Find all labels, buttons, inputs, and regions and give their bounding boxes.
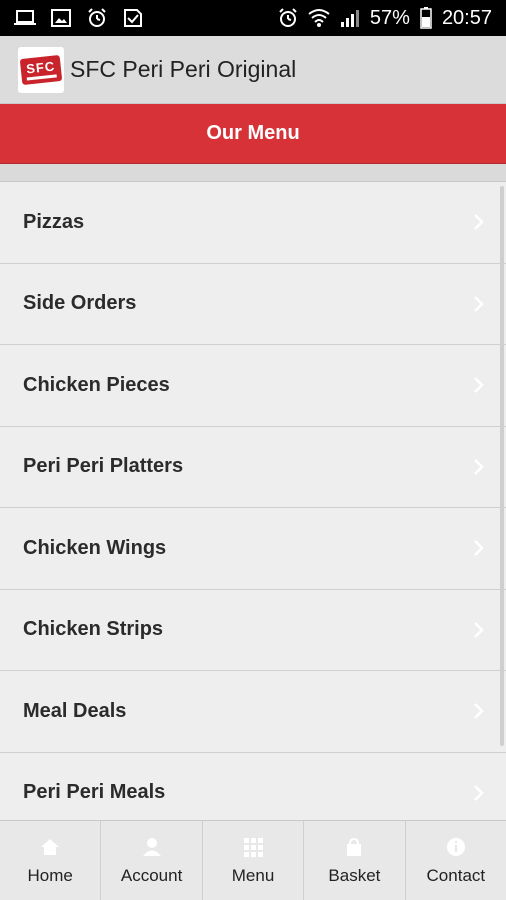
chevron-right-icon [470, 295, 486, 312]
bottom-tab-bar: Home Account Menu Basket Contact [0, 820, 506, 900]
menu-item-chicken-strips[interactable]: Chicken Strips [0, 589, 506, 671]
status-bar: 57% 20:57 [0, 0, 506, 36]
home-icon [39, 836, 61, 858]
tab-label: Basket [328, 865, 381, 885]
menu-item-label: Peri Peri Platters [23, 455, 184, 478]
signal-icon [339, 8, 361, 28]
chevron-right-icon [470, 703, 486, 720]
menu-item-label: Chicken Wings [23, 536, 167, 559]
tab-home[interactable]: Home [0, 821, 102, 900]
logo-text: SFC [25, 58, 56, 76]
page-title: Our Menu [206, 122, 300, 144]
battery-percent: 57% [369, 6, 410, 29]
tab-label: Account [120, 865, 183, 885]
menu-item-side-orders[interactable]: Side Orders [0, 263, 506, 345]
alarm-icon [86, 8, 108, 28]
basket-icon [343, 836, 365, 858]
page-header: Our Menu [0, 104, 506, 164]
menu-item-label: Chicken Strips [23, 618, 164, 641]
chevron-right-icon [470, 784, 486, 801]
menu-item-label: Side Orders [23, 292, 137, 315]
chevron-right-icon [470, 458, 486, 475]
logo-badge: SFC [19, 54, 63, 85]
menu-item-chicken-wings[interactable]: Chicken Wings [0, 508, 506, 590]
scrollbar[interactable] [500, 186, 504, 746]
tab-basket[interactable]: Basket [304, 821, 406, 900]
tab-menu[interactable]: Menu [203, 821, 305, 900]
menu-item-label: Pizzas [23, 210, 85, 233]
chevron-right-icon [470, 621, 486, 638]
app-bar: SFC SFC Peri Peri Original [0, 36, 506, 104]
battery-icon [419, 7, 433, 29]
menu-item-meal-deals[interactable]: Meal Deals [0, 671, 506, 753]
menu-list: Pizzas Side Orders Chicken Pieces Peri P… [0, 182, 506, 820]
menu-item-pizzas[interactable]: Pizzas [0, 182, 506, 264]
tab-label: Home [27, 865, 73, 885]
user-icon [141, 836, 163, 858]
menu-item-label: Peri Peri Meals [23, 781, 166, 804]
menu-item-peri-peri-platters[interactable]: Peri Peri Platters [0, 426, 506, 508]
tab-label: Contact [426, 865, 486, 885]
tab-label: Menu [231, 865, 275, 885]
menu-item-label: Chicken Pieces [23, 373, 170, 396]
app-check-icon [122, 8, 144, 28]
status-left-icons [14, 8, 144, 28]
menu-item-chicken-pieces[interactable]: Chicken Pieces [0, 345, 506, 427]
tab-account[interactable]: Account [101, 821, 203, 900]
clock: 20:57 [441, 6, 492, 29]
status-right-icons: 57% 20:57 [277, 7, 492, 30]
alarm-icon [277, 8, 299, 28]
image-icon [50, 8, 72, 28]
header-divider [0, 164, 506, 182]
chevron-right-icon [470, 540, 486, 557]
grid-icon [242, 836, 264, 858]
menu-item-label: Meal Deals [23, 699, 127, 722]
app-title: SFC Peri Peri Original [70, 56, 297, 82]
chevron-right-icon [470, 214, 486, 231]
menu-item-peri-peri-meals[interactable]: Peri Peri Meals [0, 752, 506, 820]
laptop-icon [14, 8, 36, 28]
tab-contact[interactable]: Contact [406, 821, 506, 900]
app-logo[interactable]: SFC [18, 46, 64, 93]
wifi-icon [308, 8, 330, 28]
info-icon [445, 836, 467, 858]
chevron-right-icon [470, 377, 486, 394]
